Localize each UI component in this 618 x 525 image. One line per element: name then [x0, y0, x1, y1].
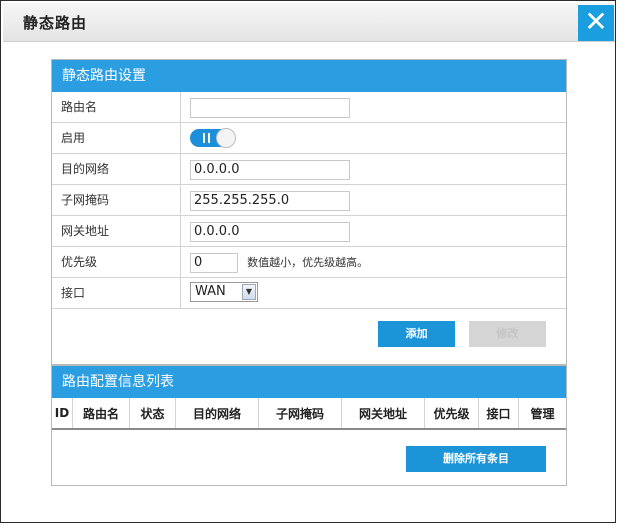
route-list-panel: 路由配置信息列表 ID 路由名 状态 目的网络 子网掩码 网关地址 优先级 接口…: [51, 365, 567, 486]
toggle-knob: [216, 128, 236, 148]
route-name-label: 路由名: [52, 92, 181, 122]
route-table: ID 路由名 状态 目的网络 子网掩码 网关地址 优先级 接口 管理: [52, 398, 566, 430]
priority-label: 优先级: [52, 247, 181, 277]
col-gateway: 网关地址: [341, 398, 425, 430]
toggle-on-icon: [203, 133, 210, 143]
dest-network-label: 目的网络: [52, 154, 181, 184]
route-name-row: 路由名: [52, 92, 566, 123]
list-header: 路由配置信息列表: [52, 366, 566, 398]
col-manage: 管理: [518, 398, 566, 430]
dialog-title: 静态路由: [23, 14, 88, 32]
delete-all-button[interactable]: 删除所有条目: [406, 446, 546, 472]
gateway-label: 网关地址: [52, 216, 181, 246]
dialog-window: 静态路由 ✕ 静态路由设置 路由名 启用 目的网络 子网掩码: [0, 0, 616, 523]
col-id: ID: [52, 398, 73, 430]
settings-actions: 添加 修改: [52, 309, 566, 359]
col-route-name: 路由名: [72, 398, 130, 430]
gateway-input[interactable]: [190, 221, 350, 242]
static-route-settings-panel: 静态路由设置 路由名 启用 目的网络 子网掩码 网关地址: [51, 59, 567, 365]
subnet-mask-input[interactable]: [190, 190, 350, 211]
col-interface: 接口: [478, 398, 519, 430]
title-bar: 静态路由: [3, 3, 615, 42]
priority-input[interactable]: [190, 252, 238, 273]
col-dest-network: 目的网络: [175, 398, 259, 430]
route-name-input[interactable]: [190, 97, 350, 118]
dest-network-input[interactable]: [190, 159, 350, 180]
priority-hint: 数值越小，优先级越高。: [247, 255, 369, 269]
gateway-row: 网关地址: [52, 216, 566, 247]
enable-row: 启用: [52, 123, 566, 154]
enable-toggle[interactable]: [190, 128, 236, 148]
modify-button[interactable]: 修改: [469, 321, 546, 347]
col-subnet-mask: 子网掩码: [258, 398, 342, 430]
subnet-mask-row: 子网掩码: [52, 185, 566, 216]
col-priority: 优先级: [424, 398, 479, 430]
interface-selected-value: WAN: [195, 284, 226, 299]
dest-network-row: 目的网络: [52, 154, 566, 185]
subnet-mask-label: 子网掩码: [52, 185, 181, 215]
close-icon[interactable]: ✕: [578, 5, 614, 41]
interface-row: 接口 WAN ▼: [52, 278, 566, 309]
priority-row: 优先级 数值越小，优先级越高。: [52, 247, 566, 278]
add-button[interactable]: 添加: [378, 321, 455, 347]
col-status: 状态: [129, 398, 176, 430]
chevron-down-icon[interactable]: ▼: [242, 284, 256, 300]
enable-label: 启用: [52, 123, 181, 153]
interface-label: 接口: [52, 278, 181, 308]
table-header-row: ID 路由名 状态 目的网络 子网掩码 网关地址 优先级 接口 管理: [52, 398, 566, 430]
interface-select[interactable]: WAN ▼: [190, 282, 258, 302]
settings-header: 静态路由设置: [52, 60, 566, 92]
